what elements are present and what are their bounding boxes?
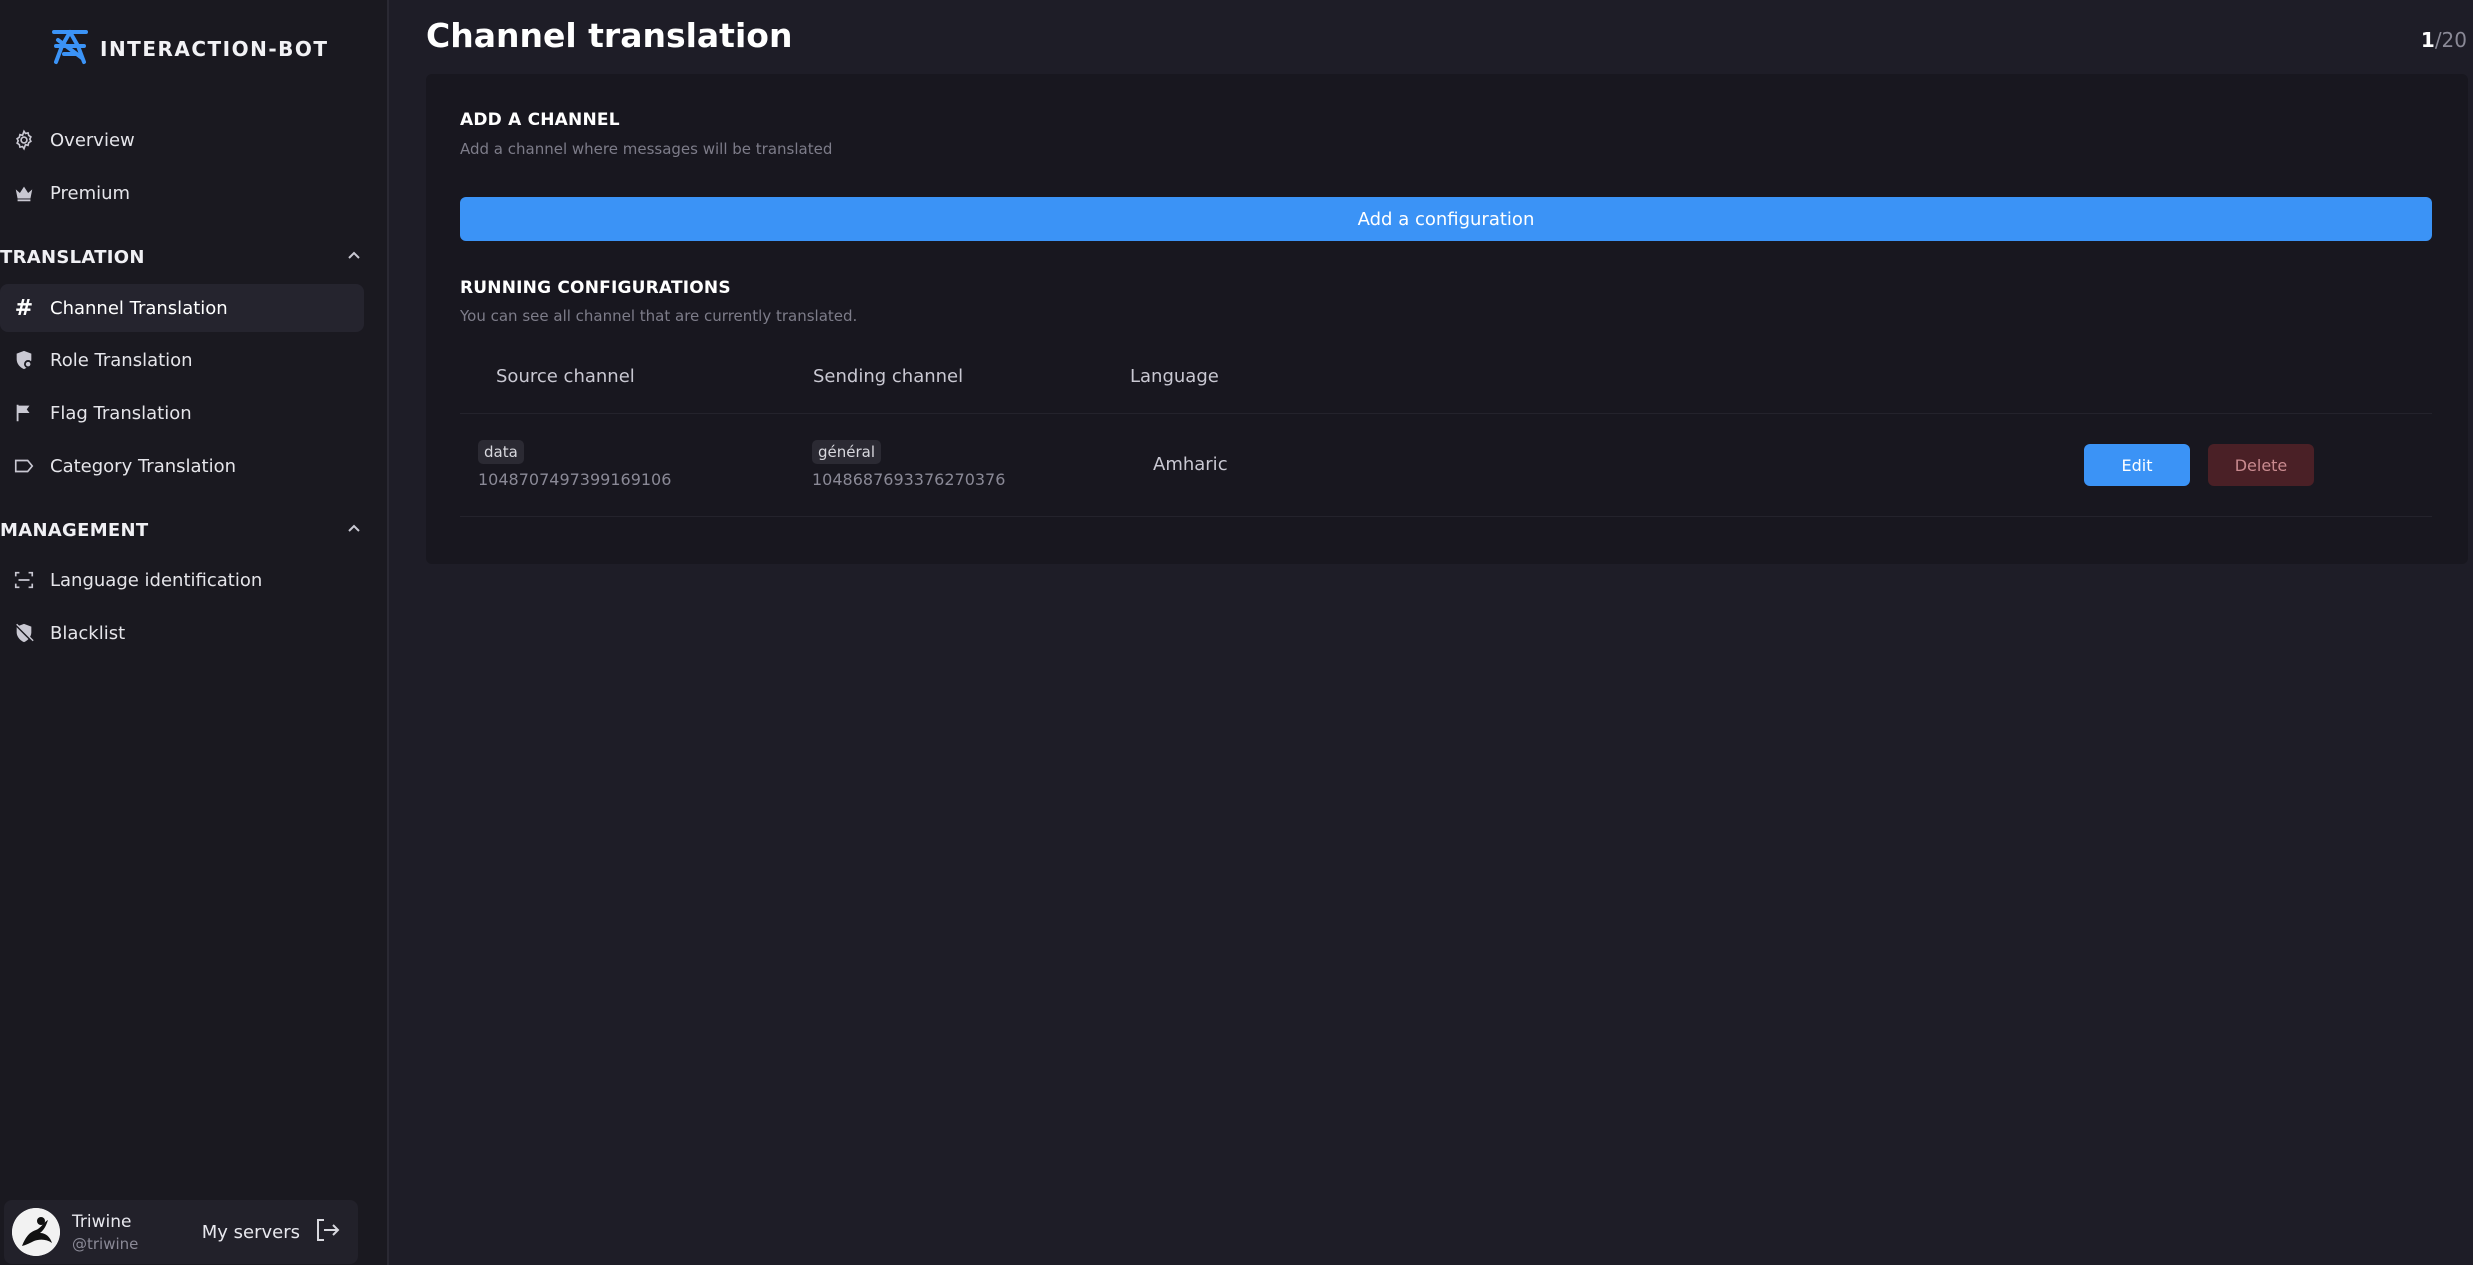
section-title: MANAGEMENT [0,519,149,541]
section-toggle-management[interactable]: MANAGEMENT [0,512,366,548]
sidebar-item-language-identification[interactable]: Language identification [0,556,364,604]
sidebar-item-label: Channel Translation [50,297,228,319]
shield-gear-icon [12,348,36,372]
sidebar-item-label: Blacklist [50,622,126,644]
sidebar-item-label: Premium [50,182,131,204]
column-header-source: Source channel [496,366,635,387]
sidebar-item-premium[interactable]: Premium [0,169,364,217]
app-name: INTERACTION-BOT [100,37,329,61]
bot-logo-icon [50,28,90,70]
chevron-up-icon [344,518,366,542]
sidebar-item-label: Category Translation [50,455,237,477]
page-title: Channel translation [426,16,793,55]
language-value: Amharic [1153,454,1228,475]
sidebar-item-label: Role Translation [50,349,193,371]
scan-icon [12,568,36,592]
delete-button[interactable]: Delete [2208,444,2314,486]
section-title: TRANSLATION [0,246,145,268]
sidebar-item-flag-translation[interactable]: Flag Translation [0,389,364,437]
add-configuration-button[interactable]: Add a configuration [460,197,2432,241]
source-channel-name: data [478,440,524,464]
running-configurations-title: RUNNING CONFIGURATIONS [460,278,731,298]
running-configurations-subtitle: You can see all channel that are current… [460,307,858,325]
sending-channel-name: général [812,440,882,464]
gear-icon [12,128,36,152]
sidebar-item-blacklist[interactable]: Blacklist [0,609,364,657]
column-header-language: Language [1130,366,1219,387]
counter-total: /20 [2434,28,2467,52]
sending-channel-id: 1048687693376270376 [812,470,1006,489]
source-channel-id: 1048707497399169106 [478,470,672,489]
chevron-up-icon [344,245,366,269]
my-servers-button[interactable]: My servers [202,1215,342,1249]
sidebar-item-label: Language identification [50,569,263,591]
logout-icon [312,1215,342,1249]
user-info: Triwine @triwine [72,1212,138,1253]
logo[interactable]: INTERACTION-BOT [50,28,329,70]
add-channel-subtitle: Add a channel where messages will be tra… [460,140,833,158]
sidebar-item-overview[interactable]: Overview [0,116,364,164]
sidebar: INTERACTION-BOT Overview Premium TRANSLA… [0,0,389,1265]
column-header-sending: Sending channel [813,366,964,387]
crown-icon [12,181,36,205]
sidebar-item-category-translation[interactable]: Category Translation [0,442,364,490]
table-row: data 1048707497399169106 général 1048687… [460,413,2432,517]
user-handle: @triwine [72,1234,139,1253]
section-toggle-translation[interactable]: TRANSLATION [0,239,366,275]
sidebar-item-label: Overview [50,129,135,151]
channel-translation-card: ADD A CHANNEL Add a channel where messag… [426,74,2468,564]
avatar[interactable] [12,1208,60,1256]
sidebar-item-channel-translation[interactable]: # Channel Translation [0,284,364,332]
config-counter: 1/20 [2421,28,2467,52]
counter-current: 1 [2420,28,2435,52]
sidebar-item-role-translation[interactable]: Role Translation [0,336,364,384]
user-name: Triwine [72,1211,132,1232]
shield-off-icon [12,621,36,645]
user-card: Triwine @triwine My servers [4,1200,358,1264]
tag-icon [12,454,36,478]
my-servers-label: My servers [201,1221,300,1243]
hash-icon: # [14,295,34,321]
edit-button[interactable]: Edit [2084,444,2190,486]
sidebar-item-label: Flag Translation [50,402,192,424]
flag-icon [12,401,36,425]
app-root: INTERACTION-BOT Overview Premium TRANSLA… [0,0,2473,1265]
add-channel-title: ADD A CHANNEL [460,110,620,130]
